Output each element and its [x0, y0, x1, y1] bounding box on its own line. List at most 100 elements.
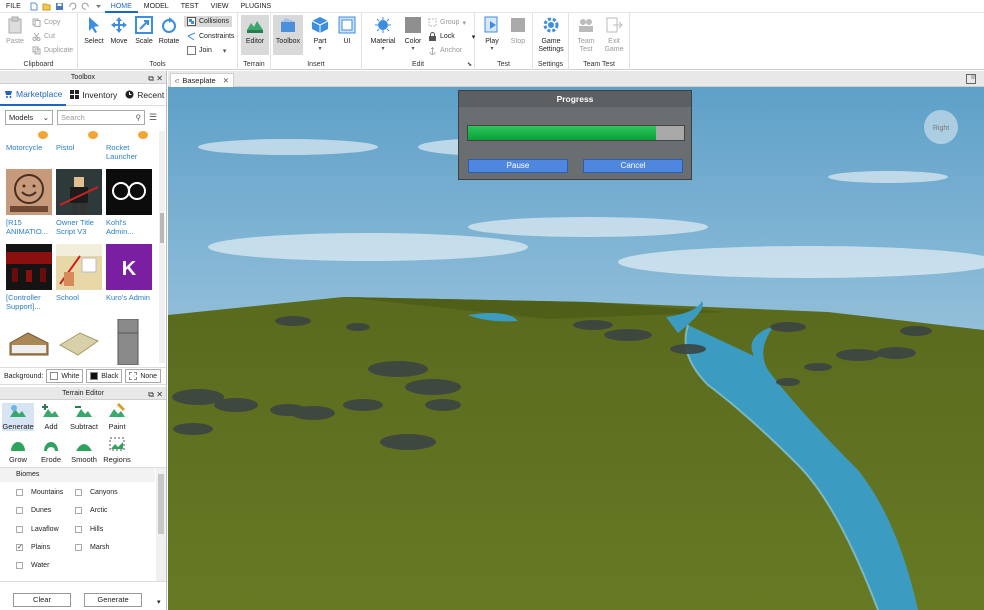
terrain-scrollbar[interactable] [156, 468, 166, 582]
save-icon[interactable] [55, 2, 64, 11]
terrain-editor-button[interactable]: Editor [241, 15, 269, 55]
menu-model[interactable]: MODEL [138, 0, 175, 13]
copy-button[interactable]: Copy [32, 17, 60, 28]
toolbox-button[interactable]: Toolbox [273, 15, 303, 55]
pin-icon[interactable]: ⧉ [148, 72, 154, 85]
material-button[interactable]: Material ▾ [368, 16, 398, 52]
customize-icon[interactable] [94, 2, 103, 11]
color-dropdown-icon[interactable]: ▾ [399, 45, 427, 52]
menu-plugins[interactable]: PLUGINS [234, 0, 277, 13]
toolbox-item[interactable]: [R15 ANIMATIO... [6, 169, 52, 236]
join-toggle[interactable]: Join ▾ [187, 45, 226, 56]
biome-marsh[interactable]: Marsh [75, 544, 109, 551]
biome-checkbox[interactable] [16, 489, 23, 496]
category-select[interactable]: Models ⌄ [5, 109, 53, 125]
stop-button[interactable]: Stop [504, 16, 532, 45]
tab-marketplace[interactable]: Marketplace [0, 84, 67, 106]
biome-checkbox[interactable] [16, 507, 23, 514]
rotate-tool-button[interactable]: Rotate [155, 16, 183, 45]
terrain-generate-tool[interactable]: Generate [2, 403, 34, 431]
pause-button[interactable]: Pause [468, 159, 568, 173]
view-maximize-icon[interactable] [966, 74, 976, 84]
cut-button[interactable]: Cut [32, 31, 55, 42]
biome-plains[interactable]: ✓ Plains [16, 544, 50, 551]
menu-view[interactable]: VIEW [205, 0, 235, 13]
biome-checkbox[interactable] [16, 526, 23, 533]
anchor-button[interactable]: Anchor [428, 45, 462, 56]
biome-canyons[interactable]: Canyons [75, 489, 118, 496]
edit-expand-icon[interactable]: ⬊ [467, 61, 472, 68]
view-compass[interactable]: Right [924, 110, 958, 144]
biome-lavaflow[interactable]: Lavaflow [16, 526, 59, 533]
generate-button[interactable]: Generate [84, 593, 142, 607]
menu-home[interactable]: HOME [104, 0, 138, 13]
part-button[interactable]: Part ▾ [306, 16, 334, 52]
toolbox-item[interactable]: [Controller Support]... [6, 244, 52, 311]
toolbox-item[interactable]: Rocket Launcher [106, 131, 152, 161]
toolbox-item[interactable]: Kohl's Admin... [106, 169, 152, 236]
new-file-icon[interactable] [29, 2, 38, 11]
terrain-paint-tool[interactable]: Paint [101, 402, 133, 431]
move-tool-button[interactable]: Move [105, 16, 133, 45]
biome-mountains[interactable]: Mountains [16, 489, 63, 496]
toolbox-item[interactable]: School [56, 244, 102, 311]
background-none-button[interactable]: None [125, 369, 162, 383]
background-white-button[interactable]: White [46, 369, 84, 383]
game-settings-button[interactable]: Game Settings [537, 16, 565, 54]
close-icon[interactable]: ✕ [156, 388, 163, 401]
terrain-subtract-tool[interactable]: Subtract [68, 403, 100, 431]
search-icon[interactable]: ⚲ [136, 113, 142, 122]
tab-inventory[interactable]: Inventory [66, 84, 121, 106]
biome-checkbox-checked[interactable]: ✓ [16, 544, 23, 551]
group-button[interactable]: Group ▾ [428, 17, 466, 28]
toolbox-item[interactable]: Owner Title Script V3 [56, 169, 102, 236]
paste-button[interactable]: Paste [3, 16, 27, 45]
exit-game-button[interactable]: Exit Game [600, 16, 628, 54]
close-icon[interactable]: ✕ [156, 72, 163, 85]
biome-checkbox[interactable] [75, 489, 82, 496]
toolbox-scrollbar[interactable] [159, 131, 165, 363]
terrain-scrollbar-thumb[interactable] [158, 474, 164, 534]
scroll-down-icon[interactable]: ▾ [157, 598, 161, 606]
toolbox-item[interactable]: K Kuro's Admin [106, 244, 152, 311]
biome-arctic[interactable]: Arctic [75, 507, 108, 514]
color-button[interactable]: Color ▾ [399, 16, 427, 52]
close-icon[interactable]: ✕ [223, 76, 229, 85]
biome-dunes[interactable]: Dunes [16, 507, 51, 514]
biome-checkbox[interactable] [16, 562, 23, 569]
lock-button[interactable]: Lock ▾ [428, 31, 475, 42]
constraints-toggle[interactable]: Constraints [187, 31, 234, 42]
team-test-button[interactable]: Team Test [572, 16, 600, 54]
join-dropdown-icon[interactable]: ▾ [223, 47, 227, 55]
play-dropdown-icon[interactable]: ▾ [478, 45, 506, 52]
biome-checkbox[interactable] [75, 507, 82, 514]
terrain-smooth-tool[interactable]: Smooth [68, 436, 100, 464]
ui-button[interactable]: UI [333, 16, 361, 45]
search-input[interactable]: Search ⚲ [57, 109, 145, 125]
pin-icon[interactable]: ⧉ [148, 388, 154, 401]
terrain-grow-tool[interactable]: Grow [2, 436, 34, 464]
toolbox-item[interactable]: Pistol [56, 131, 102, 161]
redo-icon[interactable] [81, 2, 90, 11]
menu-test[interactable]: TEST [175, 0, 205, 13]
terrain-add-tool[interactable]: Add [35, 403, 67, 431]
toolbox-item[interactable] [106, 318, 152, 365]
filter-settings-icon[interactable]: ☰ [149, 112, 157, 123]
biome-hills[interactable]: Hills [75, 526, 103, 533]
tab-baseplate[interactable]: Baseplate ✕ [170, 73, 234, 87]
duplicate-button[interactable]: Duplicate [32, 45, 73, 56]
biome-water[interactable]: Water [16, 562, 49, 569]
clear-button[interactable]: Clear [13, 593, 71, 607]
terrain-regions-tool[interactable]: Regions [101, 436, 133, 464]
toolbox-item[interactable]: Motorcycle [6, 131, 52, 161]
menu-file[interactable]: FILE [0, 0, 27, 13]
join-checkbox[interactable] [187, 46, 196, 55]
biome-checkbox[interactable] [75, 526, 82, 533]
background-black-button[interactable]: Black [86, 369, 123, 383]
material-dropdown-icon[interactable]: ▾ [368, 45, 398, 52]
open-folder-icon[interactable] [42, 2, 51, 11]
toolbox-item[interactable] [56, 319, 102, 365]
terrain-erode-tool[interactable]: Erode [35, 436, 67, 464]
undo-icon[interactable] [68, 2, 77, 11]
play-button[interactable]: Play ▾ [478, 16, 506, 52]
